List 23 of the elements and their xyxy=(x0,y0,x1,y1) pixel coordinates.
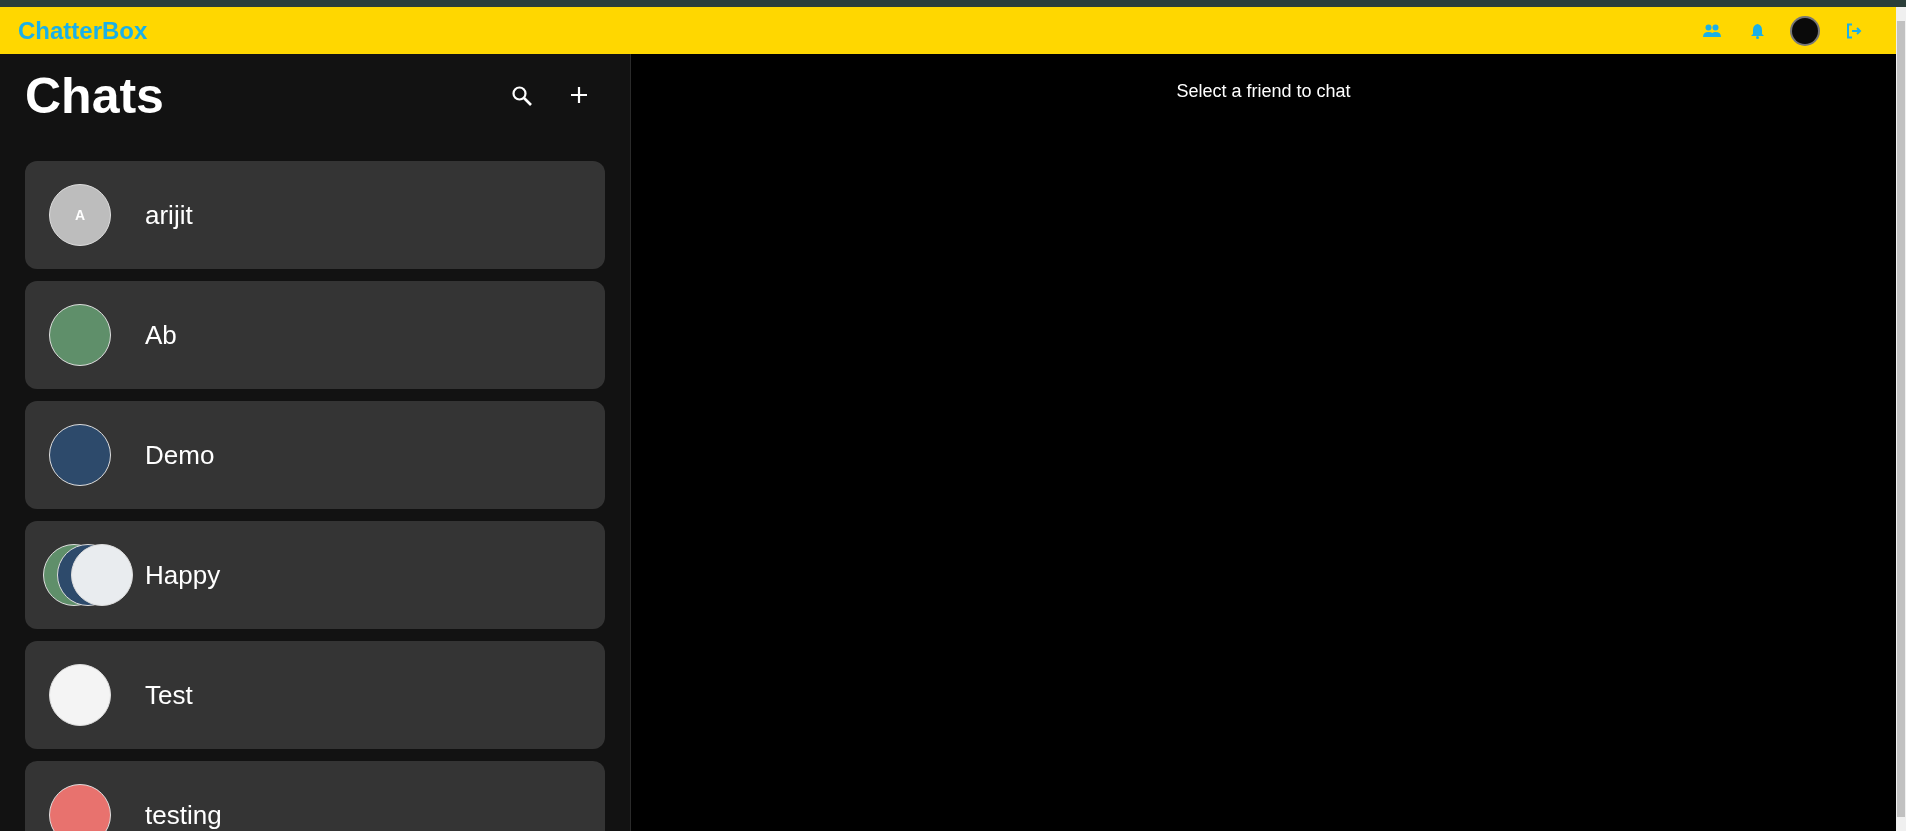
chat-list-item[interactable]: testing xyxy=(25,761,605,831)
bell-icon xyxy=(1751,22,1764,39)
chat-name: Happy xyxy=(145,559,221,591)
chat-name: arijit xyxy=(145,199,193,231)
sidebar-title: Chats xyxy=(25,67,164,125)
chat-name: Demo xyxy=(145,439,215,471)
chat-name: Ab xyxy=(145,319,177,351)
profile-avatar[interactable] xyxy=(1790,15,1820,46)
people-icon xyxy=(1703,23,1721,38)
chat-list-item[interactable]: A arijit xyxy=(25,161,605,269)
photo-placeholder xyxy=(49,784,111,831)
chat-list-item[interactable]: Happy xyxy=(25,521,605,629)
empty-state-message: Select a friend to chat xyxy=(1176,81,1351,103)
plus-icon xyxy=(569,85,589,105)
search-icon xyxy=(511,85,533,107)
avatar-initial: A xyxy=(49,184,111,246)
photo-placeholder xyxy=(71,544,133,606)
logout-icon xyxy=(1846,22,1862,39)
chat-list-item[interactable]: Demo xyxy=(25,401,605,509)
chat-name: Test xyxy=(145,679,193,711)
chat-list-item[interactable]: Test xyxy=(25,641,605,749)
chat-list-item[interactable]: Ab xyxy=(25,281,605,389)
chat-name: testing xyxy=(145,799,222,831)
